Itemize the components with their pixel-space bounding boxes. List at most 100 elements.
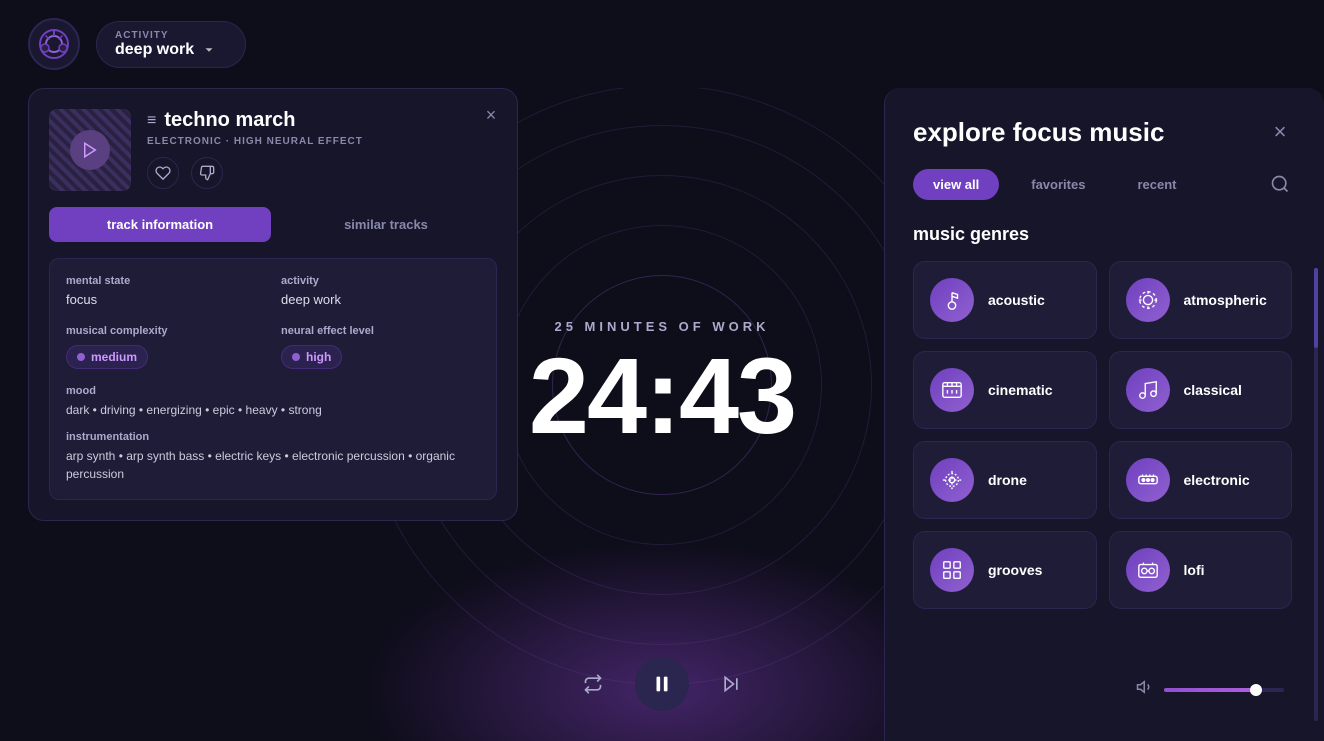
track-tags: ELECTRONIC · HIGH NEURAL EFFECT: [147, 136, 497, 147]
activity-value: deep work: [115, 41, 227, 59]
genre-grid: acoustic atmospheric: [913, 261, 1296, 609]
repeat-button[interactable]: [575, 666, 611, 702]
tab-track-information[interactable]: track information: [49, 207, 271, 242]
timer-section: 25 MINUTES OF WORK 24:43: [529, 319, 795, 450]
activity-dropdown[interactable]: ACTIVITY deep work: [96, 21, 246, 68]
activity-info-value: deep work: [281, 292, 341, 307]
filter-tab-recent[interactable]: recent: [1117, 169, 1196, 200]
track-art-circle: [70, 130, 110, 170]
classical-icon-wrap: [1126, 368, 1170, 412]
instrumentation-section: instrumentation arp synth • arp synth ba…: [66, 431, 480, 483]
genre-item-atmospheric[interactable]: atmospheric: [1109, 261, 1293, 339]
neural-effect-badge: high: [281, 345, 342, 369]
mental-state-item: mental state focus: [66, 275, 265, 309]
genre-item-lofi[interactable]: lofi: [1109, 531, 1293, 609]
acoustic-label: acoustic: [988, 292, 1045, 308]
drone-icon: [941, 469, 963, 491]
grooves-icon-wrap: [930, 548, 974, 592]
grooves-label: grooves: [988, 562, 1042, 578]
genres-section-title: music genres: [913, 224, 1296, 245]
instrumentation-value: arp synth • arp synth bass • electric ke…: [66, 449, 455, 481]
explore-panel: explore focus music × view all favorites…: [884, 88, 1324, 741]
genre-item-acoustic[interactable]: acoustic: [913, 261, 1097, 339]
info-grid: mental state focus activity deep work: [66, 275, 480, 309]
musical-complexity-value: medium: [91, 350, 137, 364]
electronic-icon: [1137, 469, 1159, 491]
genre-item-cinematic[interactable]: cinematic: [913, 351, 1097, 429]
complexity-dot: [77, 353, 85, 361]
track-header: ≡ techno march ELECTRONIC · HIGH NEURAL …: [49, 109, 497, 191]
neural-effect-item: neural effect level high: [281, 325, 480, 369]
track-title-row: ≡ techno march: [147, 109, 497, 132]
explore-scrollbar: [1314, 268, 1318, 721]
player-controls: [0, 657, 1324, 711]
header: ACTIVITY deep work: [0, 0, 1324, 88]
drone-label: drone: [988, 472, 1027, 488]
filter-tabs: view all favorites recent: [913, 168, 1296, 200]
lofi-label: lofi: [1184, 562, 1205, 578]
instrumentation-label: instrumentation: [66, 431, 480, 443]
track-card: × ≡: [28, 88, 518, 521]
dislike-button[interactable]: [191, 157, 223, 189]
close-explore-button[interactable]: ×: [1264, 116, 1296, 148]
tab-navigation: track information similar tracks: [49, 207, 497, 242]
close-card-button[interactable]: ×: [479, 103, 503, 127]
musical-complexity-label: musical complexity: [66, 325, 265, 337]
search-icon: [1270, 174, 1290, 194]
complexity-row: musical complexity medium neural effect …: [66, 325, 480, 369]
bg-glow: [362, 541, 962, 741]
genre-item-grooves[interactable]: grooves: [913, 531, 1097, 609]
cinematic-icon: [941, 379, 963, 401]
explore-header: explore focus music ×: [913, 116, 1296, 148]
cinematic-label: cinematic: [988, 382, 1053, 398]
session-label: 25 MINUTES OF WORK: [529, 319, 795, 334]
cinematic-icon-wrap: [930, 368, 974, 412]
track-artwork: [49, 109, 131, 191]
lofi-icon: [1137, 559, 1159, 581]
genre-item-drone[interactable]: drone: [913, 441, 1097, 519]
track-info: ≡ techno march ELECTRONIC · HIGH NEURAL …: [147, 109, 497, 189]
volume-bar[interactable]: [1164, 688, 1284, 692]
volume-section: [1136, 678, 1284, 701]
lofi-icon-wrap: [1126, 548, 1170, 592]
musical-complexity-badge: medium: [66, 345, 148, 369]
volume-knob: [1250, 684, 1262, 696]
activity-item: activity deep work: [281, 275, 480, 309]
skip-next-button[interactable]: [713, 666, 749, 702]
atmospheric-label: atmospheric: [1184, 292, 1267, 308]
genre-item-classical[interactable]: classical: [1109, 351, 1293, 429]
activity-info-label: activity: [281, 275, 480, 287]
track-info-content: mental state focus activity deep work mu…: [49, 258, 497, 500]
pause-button[interactable]: [635, 657, 689, 711]
musical-complexity-item: musical complexity medium: [66, 325, 265, 369]
mood-value: dark • driving • energizing • epic • hea…: [66, 403, 322, 417]
tab-similar-tracks[interactable]: similar tracks: [275, 207, 497, 242]
filter-tab-favorites[interactable]: favorites: [1011, 169, 1105, 200]
app-container: ACTIVITY deep work 25 MINUTES OF W: [0, 0, 1324, 741]
volume-fill: [1164, 688, 1260, 692]
classical-label: classical: [1184, 382, 1242, 398]
track-art-inner: [49, 109, 131, 191]
main-content: 25 MINUTES OF WORK 24:43: [0, 88, 1324, 741]
classical-icon: [1137, 379, 1159, 401]
electronic-label: electronic: [1184, 472, 1250, 488]
atmospheric-icon: [1137, 289, 1159, 311]
neural-effect-value: high: [306, 350, 331, 364]
acoustic-icon: [941, 289, 963, 311]
like-button[interactable]: [147, 157, 179, 189]
explore-scrollbar-thumb: [1314, 268, 1318, 348]
neural-effect-label: neural effect level: [281, 325, 480, 337]
mood-section: mood dark • driving • energizing • epic …: [66, 385, 480, 419]
acoustic-icon-wrap: [930, 278, 974, 322]
mental-state-value: focus: [66, 292, 97, 307]
genre-item-electronic[interactable]: electronic: [1109, 441, 1293, 519]
card-panel: × ≡: [28, 88, 518, 521]
mood-label: mood: [66, 385, 480, 397]
mental-state-label: mental state: [66, 275, 265, 287]
search-button[interactable]: [1264, 168, 1296, 200]
activity-text: deep work: [115, 41, 194, 59]
logo: [28, 18, 80, 70]
track-title: techno march: [164, 109, 295, 132]
filter-tab-view-all[interactable]: view all: [913, 169, 999, 200]
activity-label: ACTIVITY: [115, 30, 227, 41]
